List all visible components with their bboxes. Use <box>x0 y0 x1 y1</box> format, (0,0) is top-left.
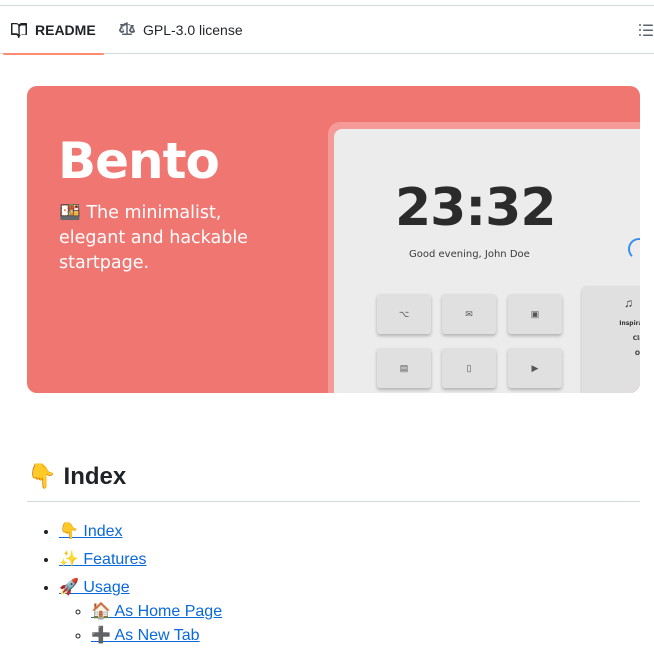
music-note-icon: ♫ <box>624 296 633 310</box>
tab-license[interactable]: GPL-3.0 license <box>119 6 243 54</box>
preview-clock: 23:32 <box>395 178 557 238</box>
list-item: ➕ As New Tab <box>91 622 222 650</box>
banner-tagline: 🍱 The minimalist, elegant and hackable s… <box>59 203 248 273</box>
link-features[interactable]: ✨ Features <box>59 551 147 568</box>
book-icon <box>11 22 27 38</box>
index-heading: 👇 Index <box>27 462 640 502</box>
preview-greeting: Good evening, John Doe <box>409 249 530 260</box>
tab-readme[interactable]: README <box>3 6 104 55</box>
readme-tab-bar: README GPL-3.0 license <box>0 5 654 55</box>
board-icon: ▣ <box>508 294 562 334</box>
scale-icon <box>119 22 135 35</box>
calendar-icon: ▤ <box>377 348 431 388</box>
youtube-icon: ▶ <box>508 348 562 388</box>
list-item: 👇 Index <box>59 518 222 546</box>
link-as-home-page[interactable]: 🏠 As Home Page <box>91 603 222 620</box>
link-usage[interactable]: 🚀 Usage <box>59 579 130 596</box>
music-list-item: Rock <box>606 361 641 376</box>
usage-sublist: 🏠 As Home Page ➕ As New Tab <box>91 598 222 650</box>
tab-readme-label: README <box>35 22 96 38</box>
music-list-item: Classic <box>632 335 640 342</box>
list-item: ✨ Features <box>59 546 222 574</box>
github-icon: ⌥ <box>377 294 431 334</box>
list-item: 🚀 Usage 🏠 As Home Page ➕ As New Tab <box>59 574 222 650</box>
bento-banner-image: Bento 🍱 The minimalist, elegant and hack… <box>27 86 640 393</box>
link-index[interactable]: 👇 Index <box>59 523 123 540</box>
bookmark-icon: ▯ <box>442 348 496 388</box>
link-as-new-tab[interactable]: ➕ As New Tab <box>91 627 200 644</box>
music-list-item: Inspiration <box>619 320 640 327</box>
tab-license-label: GPL-3.0 license <box>143 22 243 38</box>
music-card: ♫ Inspiration Classic Oldies Rock <box>582 286 640 393</box>
mail-icon: ✉ <box>442 294 496 334</box>
list-outline-icon[interactable] <box>638 22 654 38</box>
index-heading-text: 👇 Index <box>27 463 127 490</box>
music-list-item: Oldies <box>634 350 640 357</box>
banner-title: Bento <box>58 132 220 190</box>
index-list: 👇 Index ✨ Features 🚀 Usage 🏠 As Home Pag… <box>59 518 222 650</box>
music-list: Inspiration Classic Oldies Rock <box>606 316 640 376</box>
